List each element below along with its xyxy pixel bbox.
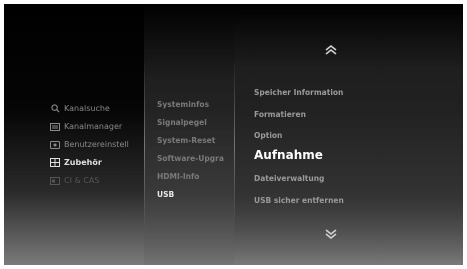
- left-menu-panel: [4, 4, 144, 265]
- middle-menu-item-signalpegel[interactable]: Signalpegel: [157, 118, 207, 127]
- left-menu-label: Benutzereinstell: [64, 140, 129, 149]
- left-menu-item-benutzereinstell[interactable]: Benutzereinstell: [50, 140, 129, 149]
- chevron-up-icon[interactable]: [322, 44, 340, 56]
- middle-menu-item-hdmi-info[interactable]: HDMI-Info: [157, 172, 199, 181]
- right-menu-item-speicher-information[interactable]: Speicher Information: [254, 88, 343, 97]
- middle-menu-item-systeminfos[interactable]: Systeminfos: [157, 100, 209, 109]
- chevron-down-icon[interactable]: [322, 228, 340, 240]
- left-menu-item-kanalmanager[interactable]: Kanalmanager: [50, 122, 122, 131]
- middle-menu-item-system-reset[interactable]: System-Reset: [157, 136, 215, 145]
- left-menu-item-zubehoer[interactable]: Zubehör: [50, 158, 102, 167]
- right-menu-item-usb-sicher-entfernen[interactable]: USB sicher entfernen: [254, 196, 344, 205]
- middle-menu-item-usb[interactable]: USB: [157, 190, 174, 199]
- right-menu-item-dateiverwaltung[interactable]: Dateiverwaltung: [254, 174, 324, 183]
- left-menu-item-kanalsuche[interactable]: Kanalsuche: [50, 104, 110, 113]
- accessories-icon: [50, 158, 60, 167]
- right-menu-item-formatieren[interactable]: Formatieren: [254, 110, 306, 119]
- left-menu-label: Zubehör: [64, 158, 102, 167]
- settings-screen: Kanalsuche Kanalmanager Benutzereinstell…: [4, 4, 463, 265]
- tv-frame: Kanalsuche Kanalmanager Benutzereinstell…: [0, 0, 467, 269]
- card-icon: [50, 176, 60, 185]
- left-menu-label: Kanalmanager: [64, 122, 123, 131]
- middle-menu-panel: [144, 4, 234, 265]
- left-menu-item-ci-cas[interactable]: CI & CAS: [50, 176, 99, 185]
- search-icon: [50, 104, 60, 113]
- middle-menu-item-software-upgrade[interactable]: Software-Upgra: [157, 154, 224, 163]
- left-menu-label: CI & CAS: [64, 176, 100, 185]
- divider: [234, 59, 235, 230]
- user-settings-icon: [50, 140, 60, 149]
- right-menu-item-aufnahme[interactable]: Aufnahme: [254, 148, 323, 162]
- left-menu-label: Kanalsuche: [64, 104, 110, 113]
- list-icon: [50, 122, 60, 131]
- right-menu-item-option[interactable]: Option: [254, 131, 282, 140]
- divider: [144, 59, 145, 230]
